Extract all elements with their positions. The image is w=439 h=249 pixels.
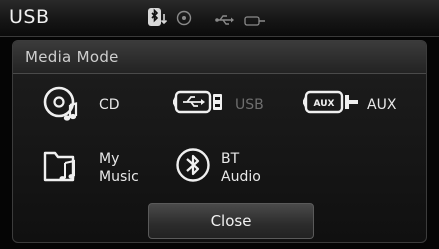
bt-audio-label-line1: BT xyxy=(221,151,240,167)
dialog-title: Media Mode xyxy=(25,48,119,66)
media-option-my-music[interactable]: My Music xyxy=(43,149,163,191)
dialog-header: Media Mode xyxy=(13,41,426,74)
svg-text:AUX: AUX xyxy=(314,99,335,109)
usb-icon xyxy=(172,89,225,119)
media-option-bt-audio[interactable]: BT Audio xyxy=(175,147,295,191)
cd-label: CD xyxy=(99,97,120,113)
disc-icon xyxy=(176,10,192,30)
close-button[interactable]: Close xyxy=(148,203,314,239)
usb-icon xyxy=(215,11,235,30)
usb-label: USB xyxy=(235,97,264,113)
current-source-title: USB xyxy=(9,6,50,28)
cd-icon xyxy=(43,85,79,127)
aux-icon: AUX xyxy=(302,89,359,119)
media-option-cd[interactable]: CD xyxy=(43,85,153,125)
status-bar: USB xyxy=(0,0,439,37)
bluetooth-icon xyxy=(175,147,211,187)
my-music-label-line2: Music xyxy=(99,169,139,185)
aux-label: AUX xyxy=(367,97,397,113)
bluetooth-download-icon xyxy=(148,8,170,32)
media-option-aux[interactable]: AUX AUX xyxy=(302,89,418,121)
media-mode-dialog: Media Mode CD USB AUX AUX My Music BT Au… xyxy=(12,40,427,243)
aux-icon xyxy=(244,12,266,31)
music-folder-icon xyxy=(43,149,79,187)
my-music-label-line1: My xyxy=(99,151,120,167)
bt-audio-label-line2: Audio xyxy=(221,169,261,185)
media-option-usb[interactable]: USB xyxy=(172,89,283,121)
